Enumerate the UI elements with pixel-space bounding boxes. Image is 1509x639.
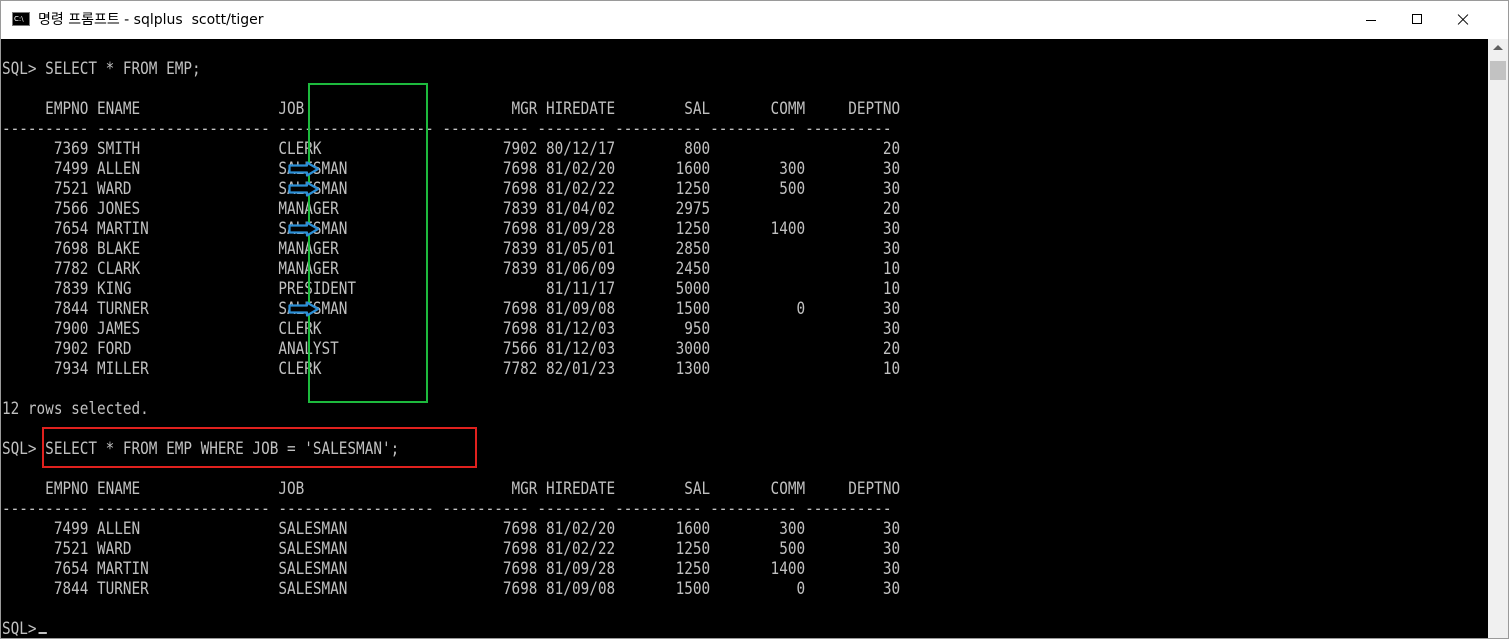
cmd-icon[interactable]: C:\ [12, 12, 30, 26]
table-row: 7844 TURNER SALESMAN 7698 81/09/08 1500 … [2, 299, 901, 319]
table-row: 7521 WARD SALESMAN 7698 81/02/22 1250 50… [2, 539, 901, 559]
table-row: 7499 ALLEN SALESMAN 7698 81/02/20 1600 3… [2, 519, 901, 539]
result-rule: ---------- -------------------- --------… [2, 119, 892, 139]
minimize-button[interactable] [1348, 1, 1394, 39]
table-row: 7839 KING PRESIDENT 81/11/17 5000 10 [2, 279, 901, 299]
right-arrow-icon [288, 181, 320, 197]
text-cursor [38, 632, 47, 634]
table-row: 7844 TURNER SALESMAN 7698 81/09/08 1500 … [2, 579, 901, 599]
table-row: 7369 SMITH CLERK 7902 80/12/17 800 20 [2, 139, 901, 159]
window-title: 명령 프롬프트 - sqlplus scott/tiger [38, 12, 264, 28]
query-highlight [42, 427, 477, 468]
table-row: 7782 CLARK MANAGER 7839 81/06/09 2450 10 [2, 259, 901, 279]
sql-prompt: SQL> [2, 619, 37, 639]
command-prompt-window: C:\ 명령 프롬프트 - sqlplus scott/tiger SQL> S… [0, 0, 1509, 639]
result-header: EMPNO ENAME JOB MGR HIREDATE SAL COMM DE… [2, 99, 901, 119]
scroll-thumb[interactable] [1490, 61, 1506, 80]
table-row: 7902 FORD ANALYST 7566 81/12/03 3000 20 [2, 339, 901, 359]
job-column-highlight [308, 83, 428, 403]
result-rule: ---------- -------------------- --------… [2, 499, 892, 519]
table-row: 7521 WARD SALESMAN 7698 81/02/22 1250 50… [2, 179, 901, 199]
scroll-up-icon[interactable] [1493, 45, 1503, 50]
table-row: 7654 MARTIN SALESMAN 7698 81/09/28 1250 … [2, 559, 901, 579]
console-output[interactable]: SQL> SELECT * FROM EMP; EMPNO ENAME JOB … [1, 39, 1488, 639]
result-header: EMPNO ENAME JOB MGR HIREDATE SAL COMM DE… [2, 479, 901, 499]
table-row: 7900 JAMES CLERK 7698 81/12/03 950 30 [2, 319, 901, 339]
right-arrow-icon [288, 161, 320, 177]
right-arrow-icon [288, 301, 320, 317]
table-row: 7698 BLAKE MANAGER 7839 81/05/01 2850 30 [2, 239, 901, 259]
close-button[interactable] [1440, 1, 1486, 39]
rows-selected-message: 12 rows selected. [2, 399, 149, 419]
right-arrow-icon [288, 221, 320, 237]
query-line-1: SQL> SELECT * FROM EMP; [2, 59, 201, 79]
vertical-scrollbar[interactable] [1488, 39, 1508, 638]
maximize-button[interactable] [1394, 1, 1440, 39]
minimize-icon [1366, 20, 1376, 21]
table-row: 7499 ALLEN SALESMAN 7698 81/02/20 1600 3… [2, 159, 901, 179]
table-row: 7566 JONES MANAGER 7839 81/04/02 2975 20 [2, 199, 901, 219]
prompt-line[interactable]: SQL> [2, 619, 47, 639]
table-row: 7654 MARTIN SALESMAN 7698 81/09/28 1250 … [2, 219, 901, 239]
table-row: 7934 MILLER CLERK 7782 82/01/23 1300 10 [2, 359, 901, 379]
title-bar[interactable]: C:\ 명령 프롬프트 - sqlplus scott/tiger [1, 1, 1508, 39]
maximize-icon [1412, 14, 1422, 24]
